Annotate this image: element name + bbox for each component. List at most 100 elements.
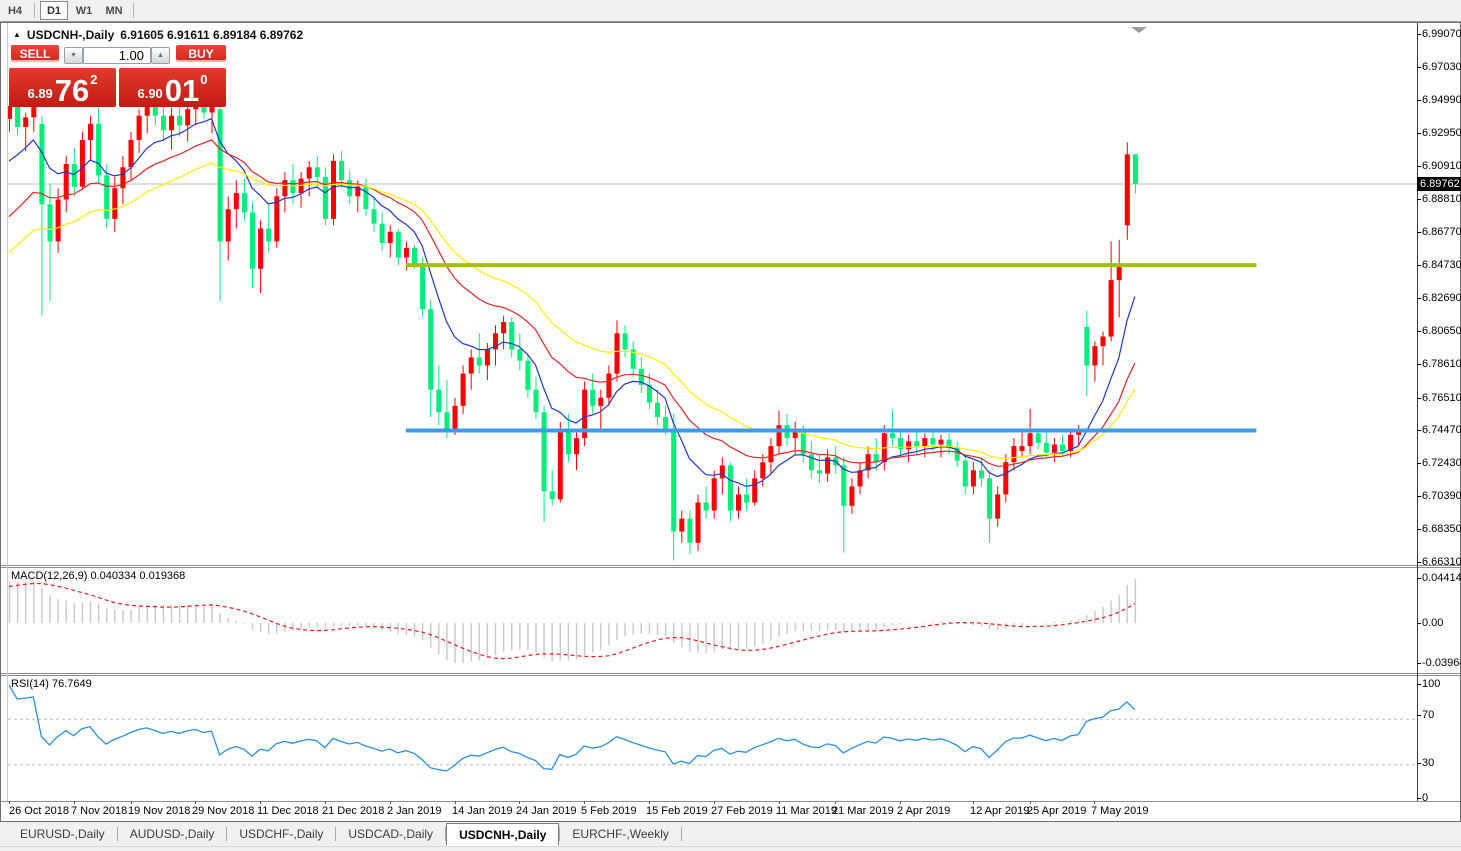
candle <box>550 491 555 499</box>
candle <box>15 106 20 127</box>
candle <box>444 412 449 430</box>
candle <box>88 124 93 140</box>
bottom-filler <box>0 847 1461 851</box>
candle <box>177 116 182 126</box>
timeframe-button-h4[interactable]: H4 <box>1 1 29 20</box>
chart-tab-usdcnhdaily[interactable]: USDCNH-,Daily <box>446 823 559 846</box>
time-axis-tick <box>973 801 974 804</box>
sell-quote-panel[interactable]: 6.89 76 2 <box>9 68 116 107</box>
time-axis-tick <box>325 801 326 804</box>
date-label: 26 Oct 2018 <box>9 805 69 817</box>
timeframe-button-w1[interactable]: W1 <box>70 1 98 20</box>
time-axis-tick <box>260 801 261 804</box>
time-axis-tick <box>1030 801 1031 804</box>
time-axis-tick <box>195 801 196 804</box>
chart-tab-eurusddaily[interactable]: EURUSD-,Daily <box>8 822 117 846</box>
axis-label: 6.90910 <box>1422 160 1461 172</box>
axis-tick <box>1417 496 1421 497</box>
trading-app: H4D1W1MN 6.990706.970306.949906.929506.9… <box>0 0 1461 851</box>
time-axis-tick <box>131 801 132 804</box>
candle <box>930 438 935 444</box>
candle <box>939 440 944 445</box>
window-left-edge <box>7 23 8 801</box>
candle <box>849 486 854 505</box>
candle <box>606 374 611 398</box>
buy-quote-panel[interactable]: 6.90 01 0 <box>119 68 226 107</box>
candle <box>922 438 927 446</box>
candle <box>291 180 296 193</box>
timeframe-button-d1[interactable]: D1 <box>40 1 68 20</box>
candle <box>696 503 701 543</box>
candle <box>1003 462 1008 494</box>
candle <box>655 403 660 418</box>
volume-decrease-button[interactable]: ▼ <box>64 47 83 64</box>
date-label: 15 Feb 2019 <box>646 805 708 817</box>
axis-tick <box>1417 463 1421 464</box>
candle <box>542 412 547 491</box>
ema-line-34 <box>9 163 1135 459</box>
candle <box>453 406 458 430</box>
axis-tick <box>1417 298 1421 299</box>
time-axis[interactable]: 26 Oct 20187 Nov 201819 Nov 201829 Nov 2… <box>1 802 1417 821</box>
candle <box>720 465 725 478</box>
axis-tick <box>1417 265 1421 266</box>
chart-tab-usdchfdaily[interactable]: USDCHF-,Daily <box>227 822 335 846</box>
rsi-indicator-canvas[interactable] <box>8 676 1417 801</box>
horizontal-line-object-0[interactable] <box>406 263 1257 267</box>
macd-indicator-canvas[interactable] <box>8 568 1417 673</box>
date-label: 21 Dec 2018 <box>322 805 384 817</box>
date-label: 29 Nov 2018 <box>192 805 254 817</box>
date-label: 5 Feb 2019 <box>581 805 637 817</box>
candle <box>574 438 579 454</box>
date-label: 27 Feb 2019 <box>711 805 773 817</box>
candle <box>266 229 271 242</box>
chart-tab-usdcaddaily[interactable]: USDCAD-,Daily <box>336 822 445 846</box>
axis-label: -0.03964 <box>1422 657 1461 669</box>
sell-price-small: 6.89 <box>27 86 52 101</box>
chart-tab-eurchfweekly[interactable]: EURCHF-,Weekly <box>560 822 680 846</box>
axis-tick <box>1417 562 1421 563</box>
candle <box>687 519 692 543</box>
collapse-arrow-icon[interactable]: ▲ <box>13 31 21 39</box>
axis-label: 100 <box>1422 678 1440 690</box>
chart-tab-audusddaily[interactable]: AUDUSD-,Daily <box>118 822 227 846</box>
candle <box>250 212 255 268</box>
candle <box>112 188 117 219</box>
sell-button[interactable]: SELL <box>11 45 59 62</box>
axis-label: 0.044143 <box>1422 572 1461 584</box>
buy-button[interactable]: BUY <box>176 45 226 62</box>
axis-tick <box>1417 199 1421 200</box>
date-label: 2 Apr 2019 <box>897 805 950 817</box>
timeframe-button-mn[interactable]: MN <box>100 1 128 20</box>
time-axis-tick <box>519 801 520 804</box>
candle <box>412 248 417 264</box>
candle <box>971 470 976 486</box>
candle <box>1052 445 1057 453</box>
date-label: 21 Mar 2019 <box>832 805 894 817</box>
candle <box>1084 327 1089 366</box>
date-label: 11 Mar 2019 <box>776 805 837 817</box>
volume-increase-button[interactable]: ▲ <box>151 47 170 64</box>
horizontal-line-object-1[interactable] <box>406 428 1257 432</box>
candle <box>679 519 684 532</box>
date-label: 25 Apr 2019 <box>1027 805 1086 817</box>
axis-label: 6.70390 <box>1422 490 1461 502</box>
axis-tick <box>1417 763 1421 764</box>
candle <box>323 177 328 219</box>
axis-label: 0.00 <box>1422 617 1443 629</box>
candle <box>380 224 385 243</box>
date-label: 19 Nov 2018 <box>128 805 190 817</box>
axis-tick <box>1417 529 1421 530</box>
candle <box>712 478 717 510</box>
volume-input[interactable] <box>83 47 151 64</box>
candle <box>525 361 530 390</box>
candle <box>728 465 733 510</box>
time-axis-tick <box>1094 801 1095 804</box>
time-axis-tick <box>74 801 75 804</box>
candle <box>420 264 425 309</box>
date-label: 12 Apr 2019 <box>970 805 1029 817</box>
candle <box>760 462 765 478</box>
candle <box>501 322 506 333</box>
time-axis-tick <box>779 801 780 804</box>
axis-label: 6.76510 <box>1422 392 1461 404</box>
